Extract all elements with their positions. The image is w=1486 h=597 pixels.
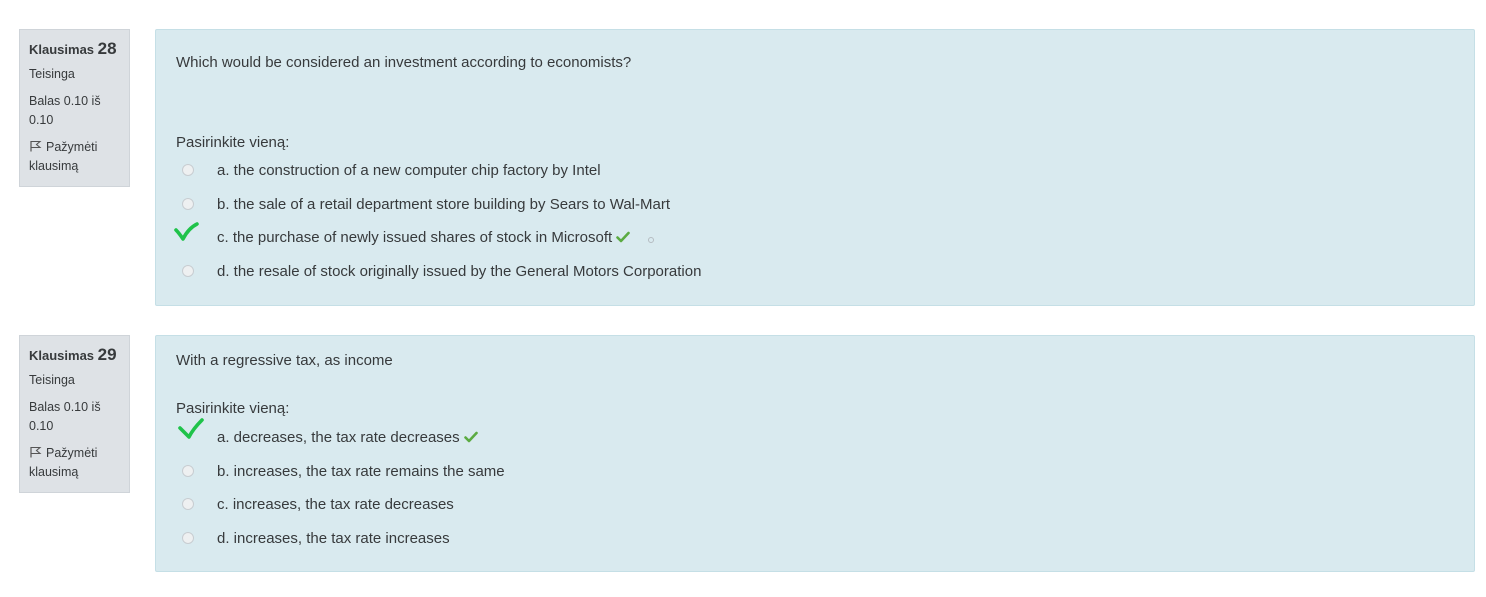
radio-button[interactable]	[182, 164, 194, 176]
radio-button[interactable]	[182, 498, 194, 510]
question-number: 29	[97, 345, 117, 364]
question-grade: Balas 0.10 iš 0.10	[29, 94, 101, 127]
question-content: With a regressive tax, as income Pasirin…	[155, 335, 1475, 572]
question-state: Teisinga	[29, 67, 75, 81]
question-info: Klausimas 29 Teisinga Balas 0.10 iš 0.10…	[19, 335, 130, 493]
answer-prompt: Pasirinkite vieną:	[176, 400, 290, 417]
handwritten-check-icon	[174, 222, 200, 250]
answer-prompt: Pasirinkite vieną:	[176, 134, 290, 151]
radio-button[interactable]	[182, 531, 194, 544]
flag-icon	[29, 445, 42, 458]
question-content: Which would be considered an investment …	[155, 29, 1475, 306]
question-grade: Balas 0.10 iš 0.10	[29, 400, 101, 433]
question-info: Klausimas 28 Teisinga Balas 0.10 iš 0.10…	[19, 29, 130, 187]
small-circle-icon	[648, 237, 655, 243]
question-state: Teisinga	[29, 373, 75, 387]
question-label: Klausimas	[29, 348, 95, 363]
question-text: Which would be considered an investment …	[176, 54, 632, 71]
question-text: With a regressive tax, as income	[176, 352, 393, 369]
flag-question-link[interactable]: Pažymėti klausimą	[29, 138, 121, 176]
flag-icon	[29, 139, 42, 152]
flag-question-link[interactable]: Pažymėti klausimą	[29, 444, 121, 482]
radio-button[interactable]	[182, 197, 194, 210]
check-icon	[463, 428, 478, 448]
radio-button[interactable]	[182, 264, 194, 277]
handwritten-check-icon	[178, 418, 206, 448]
check-icon	[616, 228, 630, 248]
radio-button[interactable]	[182, 464, 194, 477]
question-label: Klausimas	[29, 42, 95, 57]
question-number: 28	[97, 39, 117, 58]
